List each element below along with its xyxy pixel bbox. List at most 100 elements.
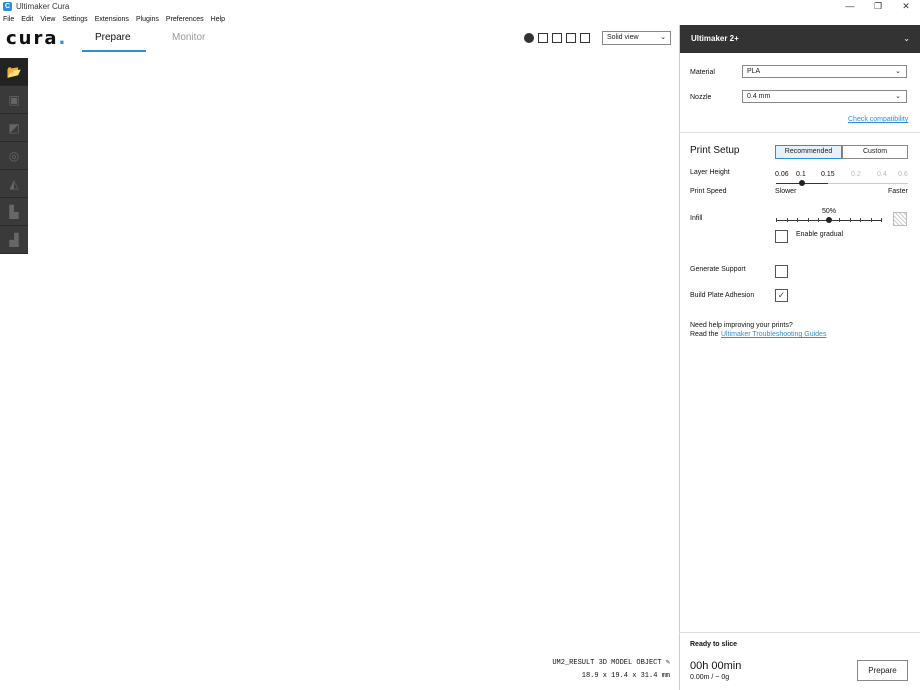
view-left-icon[interactable]	[566, 33, 576, 43]
check-compatibility-link[interactable]: Check compatibility	[848, 116, 908, 123]
menu-file[interactable]: File	[3, 16, 14, 23]
menu-bar: File Edit View Settings Extensions Plugi…	[0, 13, 920, 25]
chevron-down-icon: ⌄	[660, 34, 666, 41]
material-label: Material	[690, 69, 715, 76]
camera-view-buttons	[524, 33, 590, 43]
infill-label: Infill	[690, 215, 703, 222]
layer-value-02: 0.2	[851, 171, 861, 178]
mode-recommended-button[interactable]: Recommended	[775, 145, 842, 159]
menu-help[interactable]: Help	[211, 16, 225, 23]
infill-tick	[850, 218, 851, 222]
faster-label: Faster	[888, 188, 908, 195]
mirror-tool-icon[interactable]: ◭	[0, 170, 28, 198]
menu-settings[interactable]: Settings	[62, 16, 87, 23]
rotate-tool-icon[interactable]: ◎	[0, 142, 28, 170]
troubleshooting-guides-link[interactable]: Ultimaker Troubleshooting Guides	[721, 331, 826, 338]
window-controls: — ❐ ✕	[836, 0, 920, 13]
layer-value-015: 0.15	[821, 171, 835, 178]
nozzle-dropdown[interactable]: 0.4 mm ⌄	[742, 90, 907, 103]
scale-tool-icon[interactable]: ◩	[0, 114, 28, 142]
infill-tick	[818, 218, 819, 222]
layer-value-06: 0.6	[898, 171, 908, 178]
object-name: UM2_RESULT 3D MODEL OBJECT	[552, 659, 662, 667]
menu-preferences[interactable]: Preferences	[166, 16, 204, 23]
layer-height-slider-handle[interactable]	[799, 180, 805, 186]
layer-value-006: 0.06	[775, 171, 789, 178]
infill-slider-handle[interactable]	[826, 217, 832, 223]
chevron-down-icon: ⌄	[895, 68, 901, 75]
prepare-button[interactable]: Prepare	[857, 660, 908, 681]
help-text-line1: Need help improving your prints?	[690, 322, 793, 329]
menu-plugins[interactable]: Plugins	[136, 16, 159, 23]
left-toolbar: 📂 ▣ ◩ ◎ ◭ ▙ ▟	[0, 58, 28, 254]
nozzle-value: 0.4 mm	[747, 93, 771, 100]
infill-tick	[808, 218, 809, 222]
view-front-icon[interactable]	[538, 33, 548, 43]
infill-tick	[787, 218, 788, 222]
slower-label: Slower	[775, 188, 797, 195]
footer-divider	[679, 632, 920, 633]
infill-tick	[860, 218, 861, 222]
view-mode-value: Solid view	[607, 34, 639, 41]
infill-tick	[776, 218, 777, 222]
menu-edit[interactable]: Edit	[21, 16, 33, 23]
model-shadow	[110, 585, 360, 690]
view-right-icon[interactable]	[580, 33, 590, 43]
cura-logo: cura.	[6, 28, 67, 49]
layer-height-label: Layer Height	[690, 169, 730, 176]
model-base	[119, 469, 541, 681]
infill-tick	[797, 218, 798, 222]
settings-sidebar: Ultimaker 2+ ⌄	[679, 25, 920, 690]
3d-viewport[interactable]	[0, 25, 679, 690]
view-3d-icon[interactable]	[524, 33, 534, 43]
layer-value-01: 0.1	[796, 171, 806, 178]
window-titlebar: C Ultimaker Cura — ❐ ✕	[0, 0, 920, 13]
support-blocker-icon[interactable]: ▟	[0, 226, 28, 254]
infill-tick	[839, 218, 840, 222]
open-file-icon[interactable]: 📂	[0, 58, 28, 86]
cura-app-icon: C	[3, 2, 12, 11]
model-head	[273, 204, 431, 406]
machine-selector[interactable]: Ultimaker 2+ ⌄	[680, 25, 920, 53]
close-button[interactable]: ✕	[892, 0, 920, 13]
help-text-prefix: Read the	[690, 331, 719, 338]
tab-monitor[interactable]: Monitor	[172, 32, 205, 43]
print-speed-label: Print Speed	[690, 188, 727, 195]
material-value: PLA	[747, 68, 761, 75]
translate-tool-icon[interactable]: ▣	[0, 86, 28, 114]
build-plate-adhesion-checkbox[interactable]: ✓	[775, 289, 788, 302]
maximize-button[interactable]: ❐	[864, 0, 892, 13]
view-mode-select[interactable]: Solid view ⌄	[602, 31, 671, 45]
generate-support-label: Generate Support	[690, 266, 746, 273]
object-dimensions: 18.9 x 19.4 x 31.4 mm	[581, 672, 670, 680]
chevron-down-icon: ⌄	[895, 93, 901, 100]
view-top-icon[interactable]	[552, 33, 562, 43]
per-model-settings-icon[interactable]: ▙	[0, 198, 28, 226]
machine-name: Ultimaker 2+	[691, 34, 739, 43]
chevron-down-icon: ⌄	[903, 34, 910, 43]
build-plate-scene	[0, 25, 679, 690]
material-usage: 0.00m / ~ 0g	[690, 674, 730, 681]
menu-extensions[interactable]: Extensions	[95, 16, 129, 23]
checkmark-icon: ✓	[777, 290, 786, 300]
infill-value: 50%	[822, 208, 837, 215]
mode-custom-button[interactable]: Custom	[842, 145, 908, 159]
object-info: UM2_RESULT 3D MODEL OBJECT ✎ 18.9 x 19.4…	[552, 657, 670, 683]
app-header: cura. Prepare Monitor Solid view ⌄	[0, 25, 679, 53]
edit-pencil-icon[interactable]: ✎	[666, 659, 670, 667]
tab-prepare[interactable]: Prepare	[95, 32, 131, 43]
logo-dot: .	[58, 28, 68, 49]
material-dropdown[interactable]: PLA ⌄	[742, 65, 907, 78]
logo-text: cura	[6, 28, 59, 49]
enable-gradual-label: Enable gradual	[796, 231, 844, 238]
infill-pattern-icon	[893, 212, 907, 226]
print-setup-title: Print Setup	[690, 145, 740, 156]
active-tab-indicator	[82, 50, 146, 52]
infill-tick	[881, 218, 882, 222]
minimize-button[interactable]: —	[836, 0, 864, 13]
menu-view[interactable]: View	[40, 16, 55, 23]
slice-status: Ready to slice	[690, 641, 738, 648]
enable-gradual-checkbox[interactable]	[775, 230, 788, 243]
generate-support-checkbox[interactable]	[775, 265, 788, 278]
build-plate-adhesion-label: Build Plate Adhesion	[690, 292, 755, 299]
